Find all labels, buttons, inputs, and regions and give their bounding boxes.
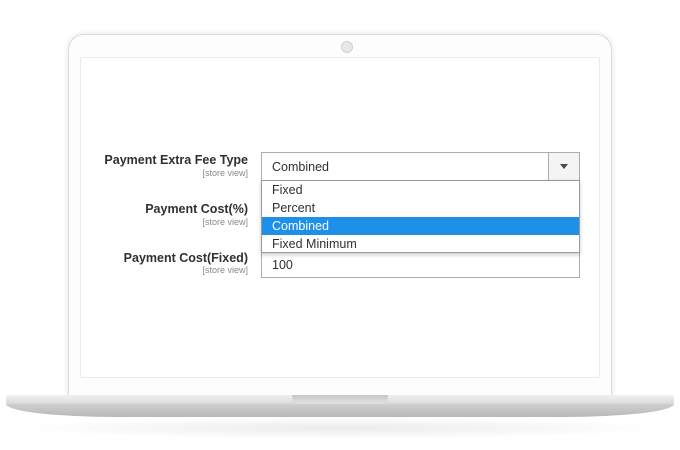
payment-extra-fee-type-select[interactable]: Combined [261, 152, 580, 181]
payment-cost-percent-scope: [store view] [202, 217, 248, 227]
laptop-base-bottom [6, 404, 674, 417]
chevron-down-icon[interactable] [548, 153, 579, 180]
payment-cost-fixed-value: 100 [272, 258, 293, 272]
select-current-value: Combined [272, 160, 329, 174]
dropdown-option-fixed-minimum[interactable]: Fixed Minimum [262, 235, 579, 253]
payment-extra-fee-type-label: Payment Extra Fee Type [104, 153, 248, 167]
laptop-opening-notch [292, 395, 388, 404]
laptop-shadow [10, 417, 670, 439]
webcam [341, 41, 353, 53]
payment-cost-fixed-scope: [store view] [202, 265, 248, 275]
payment-cost-percent-label: Payment Cost(%) [145, 202, 248, 216]
payment-cost-fixed-label: Payment Cost(Fixed) [123, 251, 248, 265]
payment-cost-fixed-input[interactable]: 100 [261, 252, 580, 278]
dropdown-option-percent[interactable]: Percent [262, 199, 579, 217]
dropdown-option-combined[interactable]: Combined [262, 217, 579, 235]
dropdown-option-fixed[interactable]: Fixed [262, 181, 579, 199]
fee-type-dropdown-list: Fixed Percent Combined Fixed Minimum [261, 180, 580, 253]
payment-extra-fee-type-scope: [store view] [202, 168, 248, 178]
